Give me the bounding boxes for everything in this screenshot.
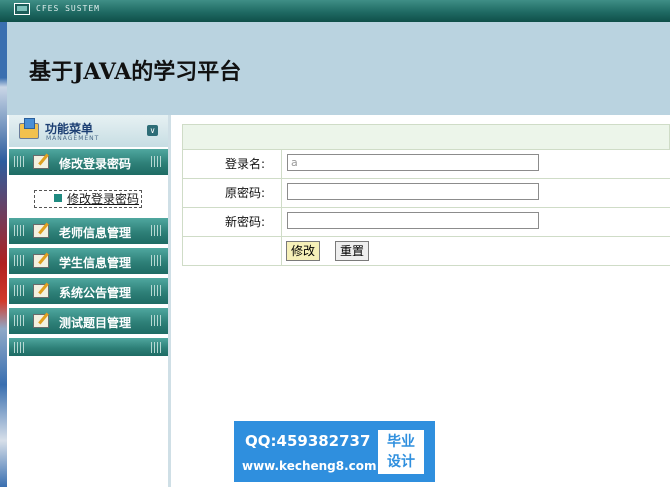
page-title: 基于JAVA的学习平台 bbox=[29, 59, 242, 85]
old-password-field[interactable] bbox=[287, 183, 539, 200]
edit-icon bbox=[33, 155, 49, 169]
grip-icon bbox=[151, 255, 163, 266]
edit-icon bbox=[33, 314, 49, 328]
grip-icon bbox=[151, 315, 163, 326]
sidebar-item-change-password[interactable]: 修改登录密码 bbox=[9, 149, 168, 175]
sidebar-item-announcement-management[interactable]: 系统公告管理 bbox=[9, 278, 168, 304]
menu-header: 功能菜单 MANAGEMENT ∨ bbox=[9, 115, 168, 147]
grip-icon bbox=[14, 225, 26, 236]
new-password-label: 新密码: bbox=[183, 208, 282, 236]
submenu: 修改登录密码 bbox=[9, 180, 168, 219]
watermark-qq: QQ:459382737 bbox=[245, 432, 371, 450]
username-field[interactable] bbox=[287, 154, 539, 171]
header-banner: 基于JAVA的学习平台 bbox=[7, 22, 670, 115]
change-password-form: 登录名: 原密码: 新密码: 修改 重置 bbox=[182, 124, 670, 269]
system-title-bar: CFES SUSTEM bbox=[0, 0, 670, 22]
sidebar-item-student-management[interactable]: 学生信息管理 bbox=[9, 248, 168, 274]
grip-icon bbox=[151, 285, 163, 296]
form-header bbox=[182, 124, 670, 150]
grip-icon bbox=[14, 342, 26, 353]
sidebar-item-test-questions[interactable]: 测试题目管理 bbox=[9, 308, 168, 334]
grip-icon bbox=[151, 225, 163, 236]
edit-icon bbox=[33, 284, 49, 298]
sidebar-item-label: 老师信息管理 bbox=[59, 226, 132, 240]
edit-icon bbox=[33, 224, 49, 238]
button-row: 修改 重置 bbox=[182, 237, 670, 266]
button-row-spacer bbox=[183, 237, 282, 265]
grip-icon bbox=[14, 285, 26, 296]
username-row: 登录名: bbox=[182, 150, 670, 179]
bullet-icon bbox=[54, 194, 62, 202]
folder-icon bbox=[19, 118, 39, 139]
grip-icon bbox=[151, 342, 163, 353]
sidebar-item-label: 测试题目管理 bbox=[59, 316, 132, 330]
watermark-badge: QQ:459382737 www.kecheng8.com 毕业 设计 bbox=[234, 421, 435, 482]
modify-button[interactable]: 修改 bbox=[286, 241, 321, 261]
reset-button[interactable]: 重置 bbox=[335, 241, 370, 261]
window-icon bbox=[14, 3, 30, 15]
grip-icon bbox=[151, 156, 163, 167]
sidebar-footer-bar bbox=[9, 338, 168, 356]
old-password-row: 原密码: bbox=[182, 179, 670, 208]
new-password-row: 新密码: bbox=[182, 208, 670, 237]
sidebar: 功能菜单 MANAGEMENT ∨ 修改登录密码 修改登录密码 老师信息管理 学… bbox=[9, 115, 171, 487]
watermark-tag-line1: 毕业 bbox=[387, 434, 415, 450]
watermark-tag-line2: 设计 bbox=[387, 454, 415, 470]
system-title: CFES SUSTEM bbox=[36, 4, 100, 13]
grip-icon bbox=[14, 315, 26, 326]
page-edge-strip bbox=[0, 22, 7, 487]
old-password-label: 原密码: bbox=[183, 179, 282, 207]
submenu-item-label[interactable]: 修改登录密码 bbox=[67, 191, 139, 207]
sidebar-item-label: 学生信息管理 bbox=[59, 256, 132, 270]
watermark-tag: 毕业 设计 bbox=[378, 430, 424, 474]
collapse-icon[interactable]: ∨ bbox=[147, 125, 158, 136]
grip-icon bbox=[14, 156, 26, 167]
sidebar-item-label: 修改登录密码 bbox=[59, 157, 132, 171]
watermark-site: www.kecheng8.com bbox=[242, 459, 377, 473]
grip-icon bbox=[14, 255, 26, 266]
sidebar-item-teacher-management[interactable]: 老师信息管理 bbox=[9, 218, 168, 244]
submenu-item-change-password[interactable]: 修改登录密码 bbox=[34, 190, 143, 208]
edit-icon bbox=[33, 254, 49, 268]
menu-subtitle: MANAGEMENT bbox=[46, 135, 100, 142]
new-password-field[interactable] bbox=[287, 212, 539, 229]
sidebar-item-label: 系统公告管理 bbox=[59, 286, 132, 300]
username-label: 登录名: bbox=[183, 150, 282, 178]
